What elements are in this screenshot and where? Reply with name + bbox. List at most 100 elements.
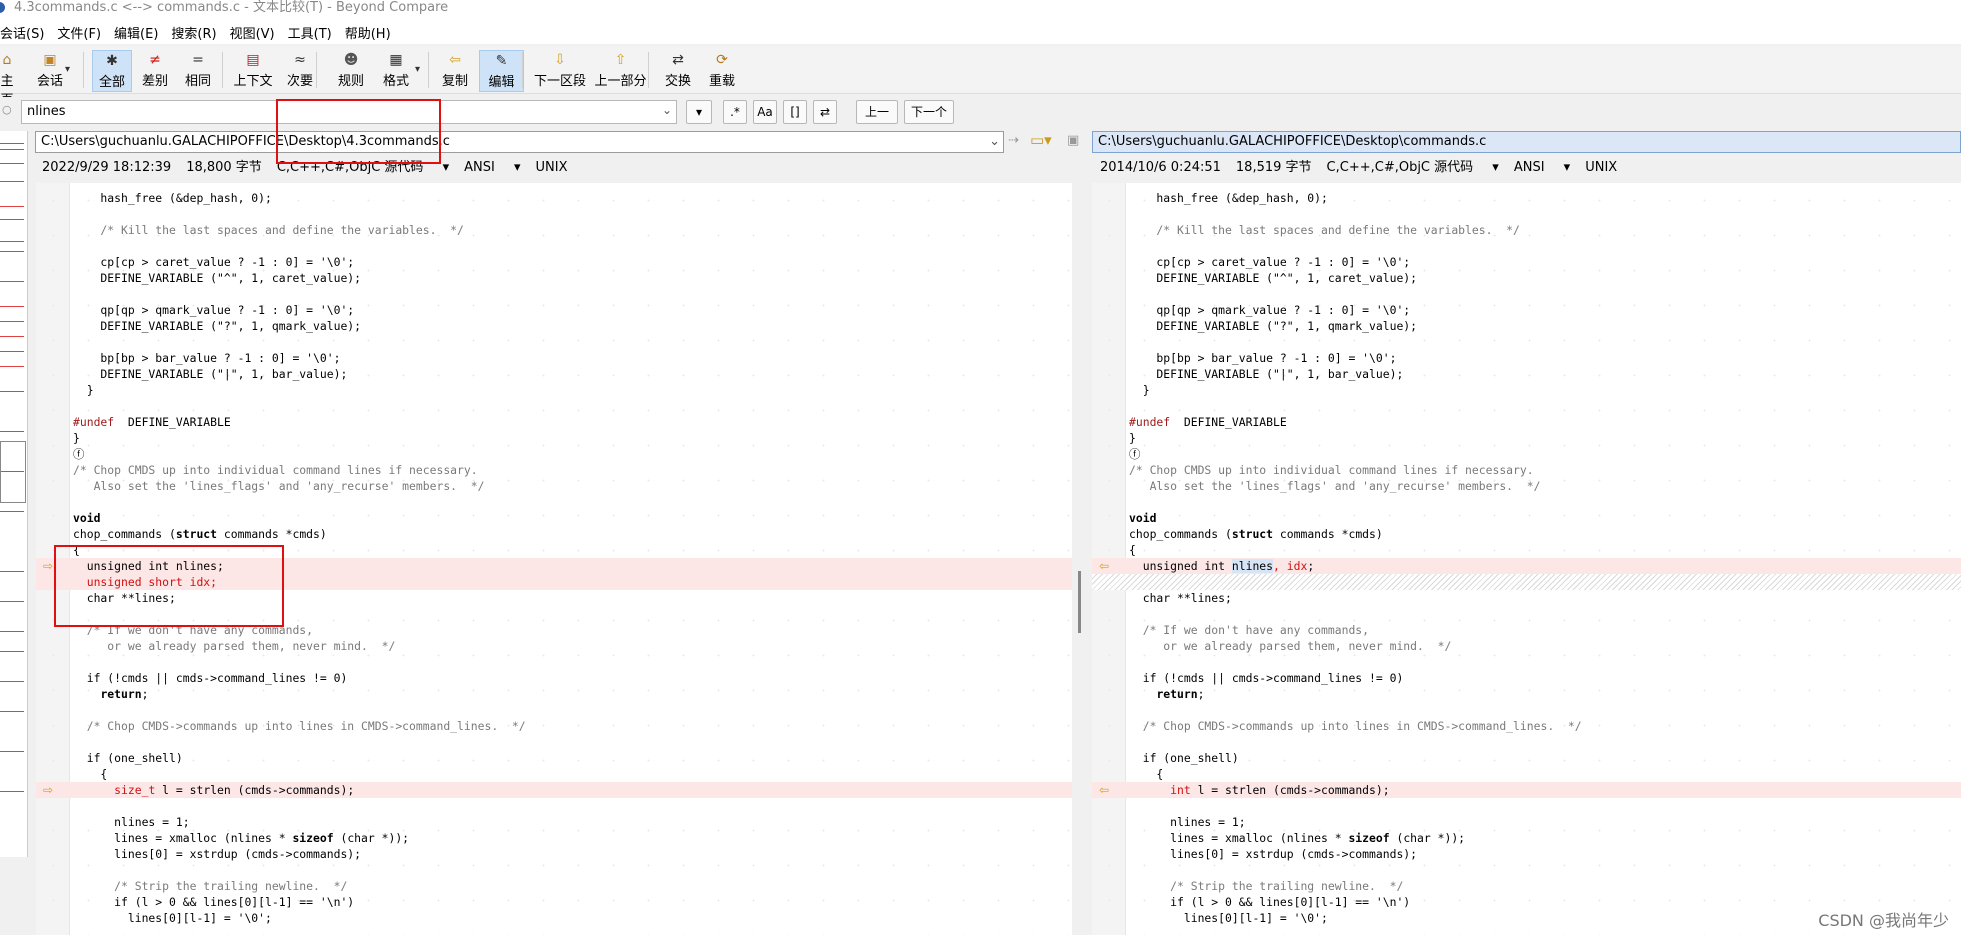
- code-line[interactable]: lines[0] = xstrdup (cmds->commands);: [1092, 846, 1961, 862]
- code-line[interactable]: nlines = 1;: [1092, 814, 1961, 830]
- code-line[interactable]: qp[qp > qmark_value ? -1 : 0] = '\0';: [1092, 302, 1961, 318]
- code-line[interactable]: [1092, 238, 1961, 254]
- code-line[interactable]: DEFINE_VARIABLE ("^", 1, caret_value);: [36, 270, 1072, 286]
- edit-button[interactable]: ✎ 编辑: [479, 50, 524, 92]
- code-line[interactable]: DEFINE_VARIABLE ("?", 1, qmark_value);: [1092, 318, 1961, 334]
- code-line[interactable]: if (l > 0 && lines[0][l-1] == '\n'): [36, 894, 1072, 910]
- code-line[interactable]: ⓕ: [1092, 446, 1961, 462]
- format-button[interactable]: ▦ 格式: [371, 50, 421, 92]
- code-line[interactable]: void: [1092, 510, 1961, 526]
- code-line[interactable]: char **lines;: [36, 590, 1072, 606]
- code-line[interactable]: Also set the 'lines_flags' and 'any_recu…: [36, 478, 1072, 494]
- code-line[interactable]: /* Chop CMDS up into individual command …: [36, 462, 1072, 478]
- code-line[interactable]: }: [1092, 430, 1961, 446]
- code-line[interactable]: [1092, 286, 1961, 302]
- code-line[interactable]: return;: [36, 686, 1072, 702]
- code-line[interactable]: lines = xmalloc (nlines * sizeof (char *…: [1092, 830, 1961, 846]
- code-line[interactable]: Also set the 'lines_flags' and 'any_recu…: [1092, 478, 1961, 494]
- find-input[interactable]: nlines ⌄: [21, 100, 677, 124]
- find-next-button[interactable]: 下一个: [904, 100, 954, 124]
- code-line[interactable]: /* If we don't have any commands,: [36, 622, 1072, 638]
- code-line[interactable]: if (!cmds || cmds->command_lines != 0): [1092, 670, 1961, 686]
- code-line[interactable]: [1092, 398, 1961, 414]
- thumbnail-overview[interactable]: [0, 131, 28, 857]
- code-line[interactable]: bp[bp > bar_value ? -1 : 0] = '\0';: [36, 350, 1072, 366]
- code-line[interactable]: cp[cp > caret_value ? -1 : 0] = '\0';: [1092, 254, 1961, 270]
- menu-item-6[interactable]: 帮助(H): [345, 23, 399, 42]
- code-line[interactable]: [1092, 862, 1961, 878]
- code-line[interactable]: [36, 654, 1072, 670]
- code-line[interactable]: [1092, 654, 1961, 670]
- home-button[interactable]: ⌂主页: [0, 50, 18, 108]
- code-line[interactable]: DEFINE_VARIABLE ("^", 1, caret_value);: [1092, 270, 1961, 286]
- code-line[interactable]: }: [36, 382, 1072, 398]
- code-line[interactable]: }: [1092, 382, 1961, 398]
- code-line[interactable]: DEFINE_VARIABLE ("|", 1, bar_value);: [36, 366, 1072, 382]
- code-line[interactable]: }: [36, 430, 1072, 446]
- code-line[interactable]: [1092, 574, 1961, 590]
- left-code-pane[interactable]: hash_free (&dep_hash, 0); /* Kill the la…: [36, 183, 1072, 935]
- code-line[interactable]: [36, 494, 1072, 510]
- code-line[interactable]: chop_commands (struct commands *cmds): [36, 526, 1072, 542]
- code-line[interactable]: /* Chop CMDS->commands up into lines in …: [36, 718, 1072, 734]
- menu-item-0[interactable]: 会话(S): [0, 23, 52, 42]
- code-line[interactable]: /* Strip the trailing newline. */: [1092, 878, 1961, 894]
- code-line[interactable]: #undef DEFINE_VARIABLE: [36, 414, 1072, 430]
- right-encoding-dropdown[interactable]: ANSI ▾: [1514, 157, 1570, 179]
- code-line[interactable]: qp[qp > qmark_value ? -1 : 0] = '\0';: [36, 302, 1072, 318]
- reload-button[interactable]: ⟳ 重载: [702, 50, 742, 92]
- code-line[interactable]: char **lines;: [1092, 590, 1961, 606]
- code-line[interactable]: /* If we don't have any commands,: [1092, 622, 1961, 638]
- code-line[interactable]: size_t l = strlen (cmds->commands); ⇨: [36, 782, 1072, 798]
- code-line[interactable]: [36, 398, 1072, 414]
- left-format-dropdown[interactable]: C,C++,C#,ObjC 源代码 ▾: [277, 157, 449, 179]
- left-eol[interactable]: UNIX: [536, 157, 568, 179]
- code-line[interactable]: int l = strlen (cmds->commands); ⇦: [1092, 782, 1961, 798]
- whole-word-toggle[interactable]: []: [783, 100, 807, 124]
- code-line[interactable]: {: [1092, 542, 1961, 558]
- right-path-field[interactable]: C:\Users\guchuanlu.GALACHIPOFFICE\Deskto…: [1092, 131, 1961, 153]
- code-line[interactable]: unsigned int nlines; ⇨: [36, 558, 1072, 574]
- code-line[interactable]: [1092, 702, 1961, 718]
- code-line[interactable]: cp[cp > caret_value ? -1 : 0] = '\0';: [36, 254, 1072, 270]
- find-prev-button[interactable]: 上一: [856, 100, 898, 124]
- pane-splitter[interactable]: [1072, 183, 1090, 935]
- code-line[interactable]: [36, 206, 1072, 222]
- code-line[interactable]: /* Kill the last spaces and define the v…: [36, 222, 1072, 238]
- context-button[interactable]: ▤ 上下文: [228, 50, 278, 92]
- code-line[interactable]: if (!cmds || cmds->command_lines != 0): [36, 670, 1072, 686]
- menu-item-5[interactable]: 工具(T): [288, 23, 340, 42]
- code-line[interactable]: [1092, 798, 1961, 814]
- code-line[interactable]: lines = xmalloc (nlines * sizeof (char *…: [36, 830, 1072, 846]
- find-options-dropdown[interactable]: ▾: [686, 100, 712, 124]
- next_section-button[interactable]: ⇩ 下一区段: [530, 50, 590, 92]
- diffs-button[interactable]: ≠ 差别: [135, 50, 175, 92]
- menu-item-3[interactable]: 搜索(R): [171, 23, 224, 42]
- code-line[interactable]: [1092, 334, 1961, 350]
- code-line[interactable]: [36, 334, 1072, 350]
- all-button[interactable]: ✱ 全部: [92, 50, 132, 92]
- code-line[interactable]: [1092, 494, 1961, 510]
- save-icon[interactable]: ▣: [1067, 133, 1079, 148]
- menu-item-4[interactable]: 视图(V): [230, 23, 283, 42]
- code-line[interactable]: if (one_shell): [1092, 750, 1961, 766]
- same-button[interactable]: = 相同: [178, 50, 218, 92]
- diff-arrow-icon[interactable]: ⇦: [1099, 782, 1109, 798]
- code-line[interactable]: {: [1092, 766, 1961, 782]
- code-line[interactable]: DEFINE_VARIABLE ("?", 1, qmark_value);: [36, 318, 1072, 334]
- code-line[interactable]: [36, 606, 1072, 622]
- dropdown-arrow-icon[interactable]: ▾: [415, 64, 420, 75]
- dropdown-arrow-icon[interactable]: ▾: [65, 64, 70, 75]
- prev_section-button[interactable]: ⇧ 上一部分: [593, 50, 648, 92]
- scroll-thumb[interactable]: [1078, 571, 1081, 633]
- code-line[interactable]: lines[0][l-1] = '\0';: [36, 910, 1072, 926]
- code-line[interactable]: [36, 702, 1072, 718]
- code-line[interactable]: /* Strip the trailing newline. */: [36, 878, 1072, 894]
- copy-button[interactable]: ⇦ 复制: [435, 50, 475, 92]
- code-line[interactable]: [1092, 606, 1961, 622]
- code-line[interactable]: or we already parsed them, never mind. *…: [36, 638, 1072, 654]
- regex-toggle[interactable]: .*: [723, 100, 747, 124]
- code-line[interactable]: or we already parsed them, never mind. *…: [1092, 638, 1961, 654]
- left-path-field[interactable]: C:\Users\guchuanlu.GALACHIPOFFICE\Deskto…: [35, 131, 1004, 153]
- code-line[interactable]: [36, 734, 1072, 750]
